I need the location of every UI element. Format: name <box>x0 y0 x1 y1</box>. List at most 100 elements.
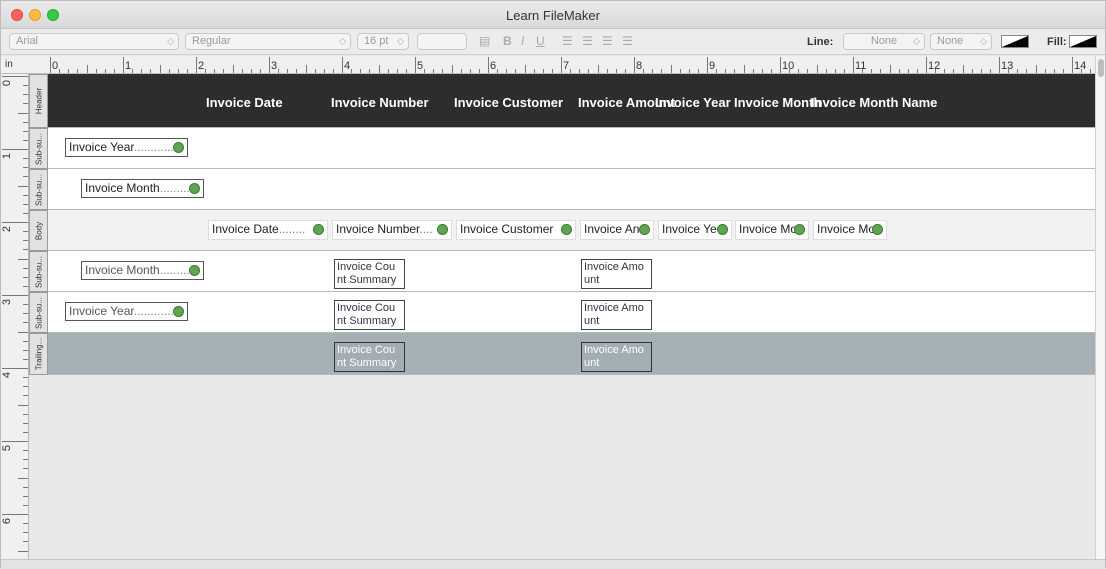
body-field-invoice-month[interactable]: Invoice Mo <box>735 220 809 240</box>
line-color-swatch[interactable] <box>1001 35 1029 48</box>
ruler-number: 4 <box>344 60 351 72</box>
ruler-tick <box>606 69 608 73</box>
ruler-tick <box>999 57 1000 73</box>
ruler-tick <box>396 69 398 73</box>
subsummary-month-part[interactable] <box>48 169 1095 210</box>
trailing-part[interactable] <box>48 333 1095 375</box>
part-tab-subsummary-month-bottom[interactable]: Sub-su... <box>29 251 48 292</box>
bold-icon[interactable]: B <box>503 34 512 48</box>
ruler-tick <box>497 69 499 73</box>
ruler-tick <box>670 65 672 73</box>
size-select[interactable]: 16 pt ◇ <box>357 33 409 50</box>
vertical-scrollbar[interactable] <box>1095 56 1105 559</box>
ruler-number: 13 <box>1001 60 1014 72</box>
part-tab-trailing[interactable]: Trailing... <box>29 333 48 375</box>
subsummary-year-bottom-part[interactable] <box>48 292 1095 333</box>
header-label-invoice-month-name[interactable]: Invoice Month Name <box>811 95 937 110</box>
subsummary-month-bottom-part[interactable] <box>48 251 1095 292</box>
subsummary-year-part[interactable] <box>48 128 1095 169</box>
count-summary-field[interactable]: Invoice Cou nt Summary <box>334 259 405 289</box>
ruler-tick <box>880 69 882 73</box>
body-field-invoice-customer[interactable]: Invoice Customer <box>456 220 576 240</box>
chevron-updown-icon: ◇ <box>397 36 404 46</box>
ruler-tick <box>150 69 152 73</box>
body-field-invoice-date[interactable]: Invoice Date........ <box>208 220 328 240</box>
line-style-select[interactable]: None ◇ <box>843 33 925 50</box>
align-right-icon[interactable]: ☰ <box>602 34 613 48</box>
grand-count-summary-field[interactable]: Invoice Cou nt Summary <box>334 342 405 372</box>
ruler-tick <box>18 331 28 333</box>
horizontal-ruler: in 0 1 2 3 4 5 6 7 8 9 10 11 12 13 14 <box>1 56 1095 74</box>
header-label-invoice-customer[interactable]: Invoice Customer <box>454 95 563 110</box>
invoice-year-field[interactable]: Invoice Year............ <box>65 138 188 157</box>
ruler-number: 6 <box>490 60 497 72</box>
style-select[interactable]: Regular ◇ <box>185 33 351 50</box>
align-justify-icon[interactable]: ☰ <box>622 34 633 48</box>
ruler-tick <box>113 69 115 73</box>
grand-amount-summary-field[interactable]: Invoice Amo unt Summary <box>581 342 652 372</box>
amount-summary-field[interactable]: Invoice Amo unt Summary <box>581 300 652 330</box>
ruler-tick <box>597 65 599 73</box>
ruler-tick <box>23 240 28 242</box>
magnifier-icon <box>872 224 883 235</box>
ruler-tick <box>1081 69 1083 73</box>
field-name: Invoice Month <box>85 263 160 277</box>
ruler-tick <box>23 322 28 324</box>
ruler-number: 12 <box>928 60 941 72</box>
body-field-invoice-year[interactable]: Invoice Ye <box>658 220 732 240</box>
header-label-invoice-year[interactable]: Invoice Year <box>655 95 731 110</box>
invoice-year-bottom-field[interactable]: Invoice Year............ <box>65 302 188 321</box>
summary-name: Invoice Amo <box>584 302 644 314</box>
header-label-invoice-number[interactable]: Invoice Number <box>331 95 429 110</box>
ruler-tick <box>506 69 508 73</box>
ruler-tick <box>23 523 28 525</box>
ruler-tick <box>488 57 489 73</box>
header-label-invoice-date[interactable]: Invoice Date <box>206 95 283 110</box>
align-center-icon[interactable]: ☰ <box>582 34 593 48</box>
chevron-updown-icon: ◇ <box>980 36 987 46</box>
line-width-select[interactable]: None ◇ <box>930 33 992 50</box>
count-summary-field[interactable]: Invoice Cou nt Summary <box>334 300 405 330</box>
ruler-tick <box>2 514 28 515</box>
part-tab-subsummary-month[interactable]: Sub-su... <box>29 169 48 210</box>
part-tab-subsummary-year-bottom[interactable]: Sub-su... <box>29 292 48 333</box>
format-toolbar: Arial ◇ Regular ◇ 16 pt ◇ ▤ B I U ☰ ☰ ☰ … <box>1 29 1105 55</box>
text-color-field[interactable] <box>417 33 467 50</box>
ruler-tick <box>23 85 28 87</box>
amount-summary-field[interactable]: Invoice Amo unt Summary <box>581 259 652 289</box>
ruler-tick <box>843 69 845 73</box>
text-color-icon[interactable]: ▤ <box>479 34 490 48</box>
part-tab-body[interactable]: Body <box>29 210 48 251</box>
invoice-month-bottom-field[interactable]: Invoice Month......... <box>81 261 204 280</box>
ruler-tick <box>23 386 28 388</box>
align-left-icon[interactable]: ☰ <box>562 34 573 48</box>
invoice-month-field[interactable]: Invoice Month......... <box>81 179 204 198</box>
magnifier-icon <box>717 224 728 235</box>
ruler-tick <box>250 69 252 73</box>
magnifier-icon <box>313 224 324 235</box>
header-label-invoice-month[interactable]: Invoice Month <box>734 95 821 110</box>
font-select[interactable]: Arial ◇ <box>9 33 179 50</box>
ruler-tick <box>23 495 28 497</box>
line-width-value: None <box>937 35 964 47</box>
summary-name-cont: nt Summary <box>337 274 397 286</box>
ruler-tick <box>871 69 873 73</box>
scrollbar-thumb[interactable] <box>1098 59 1104 77</box>
body-field-invoice-number[interactable]: Invoice Number.... <box>332 220 452 240</box>
fill-color-swatch[interactable] <box>1069 35 1097 48</box>
magnifier-icon <box>189 265 200 276</box>
italic-icon[interactable]: I <box>521 34 524 48</box>
ruler-tick <box>533 69 535 73</box>
ruler-tick <box>853 57 854 73</box>
body-field-invoice-month-name[interactable]: Invoice Mo <box>813 220 887 240</box>
ruler-tick <box>232 65 234 73</box>
body-field-invoice-amount[interactable]: Invoice An <box>580 220 654 240</box>
ruler-tick <box>23 377 28 379</box>
part-tab-subsummary-year[interactable]: Sub-su... <box>29 128 48 169</box>
part-tab-header[interactable]: Header <box>29 74 48 128</box>
summary-name: Invoice Amo <box>584 261 644 273</box>
ruler-tick <box>18 258 28 260</box>
ruler-tick <box>23 422 28 424</box>
ruler-tick <box>1044 69 1046 73</box>
underline-icon[interactable]: U <box>536 34 545 48</box>
